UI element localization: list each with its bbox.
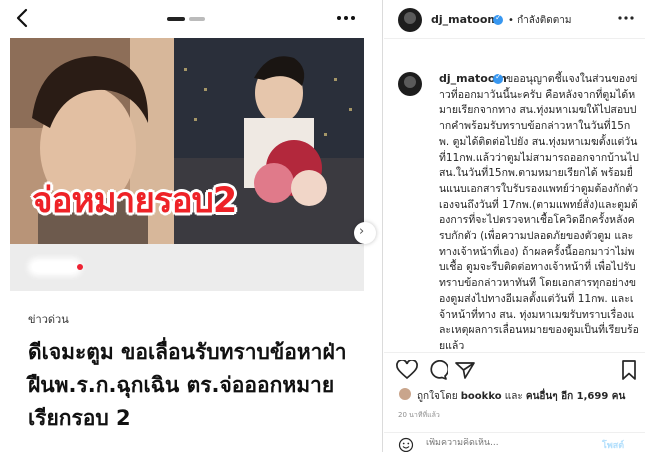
comment-bubble-icon[interactable] (426, 360, 448, 380)
chevron-left-icon[interactable] (12, 7, 34, 29)
carousel-indicator (167, 17, 207, 21)
chevron-right-icon: › (359, 224, 365, 239)
likes-prefix: ถูกใจโดย (417, 391, 461, 402)
liker-name[interactable]: bookko (461, 391, 502, 402)
post-button[interactable]: โพสต์ (602, 438, 624, 452)
comment-input[interactable] (426, 438, 586, 448)
news-topbar (0, 0, 383, 38)
likes-others[interactable]: คนอื่นๆ อีก 1,699 คน (526, 391, 625, 402)
avatar[interactable] (398, 8, 422, 32)
bookmark-icon[interactable] (618, 360, 640, 380)
liker-avatar[interactable] (398, 387, 412, 401)
post-header: dj_matoom • กำลังติดตาม (384, 0, 645, 39)
caption-text: ขออนุญาตชี้แจงในส่วนของข่าวที่ออกมาวันนี… (439, 73, 639, 352)
paper-plane-icon[interactable] (454, 360, 476, 380)
heart-icon[interactable] (396, 360, 418, 380)
verified-badge-icon (493, 13, 503, 25)
likes-middle: และ (501, 391, 526, 402)
redacted-area (32, 262, 78, 272)
caption-avatar[interactable] (398, 72, 422, 96)
likes-summary[interactable]: ถูกใจโดย bookko และ คนอื่นๆ อีก 1,699 คน (417, 389, 625, 404)
more-horizontal-icon[interactable] (616, 11, 636, 25)
caption-section: ขออนุญาตชี้แจงในส่วนของข่าวที่ออกมาวันนี… (384, 60, 645, 352)
news-headline-overlay: จ่อหมายรอบ2 (32, 181, 237, 221)
action-bar (384, 352, 645, 382)
likes-row: ถูกใจโดย bookko และ คนอื่นๆ อีก 1,699 คน (384, 384, 645, 406)
header-username[interactable]: dj_matoom (431, 13, 499, 26)
red-dot (77, 264, 83, 270)
news-title: ดีเจมะตูม ขอเลื่อนรับทราบข้อหาฝ่าฝืนพ.ร.… (28, 340, 347, 430)
news-image[interactable]: จ่อหมายรอบ2 (10, 38, 364, 291)
more-horizontal-icon[interactable] (334, 9, 358, 27)
verified-badge-icon (493, 72, 503, 84)
smiley-icon[interactable] (398, 437, 414, 452)
post-timestamp: 20 นาทีที่แล้ว (398, 411, 440, 419)
follow-status[interactable]: • กำลังติดตาม (508, 13, 571, 28)
section-label: ข่าวด่วน (28, 313, 69, 326)
instagram-panel: dj_matoom • กำลังติดตาม ขออนุญาตชี้แจงใน… (384, 0, 645, 452)
comment-row: โพสต์ (384, 432, 645, 452)
news-post-panel: จ่อหมายรอบ2 › ข่าวด่วน ดีเจมะตูม ขอเลื่อ… (0, 0, 383, 452)
carousel-next-button[interactable]: › (354, 222, 376, 244)
